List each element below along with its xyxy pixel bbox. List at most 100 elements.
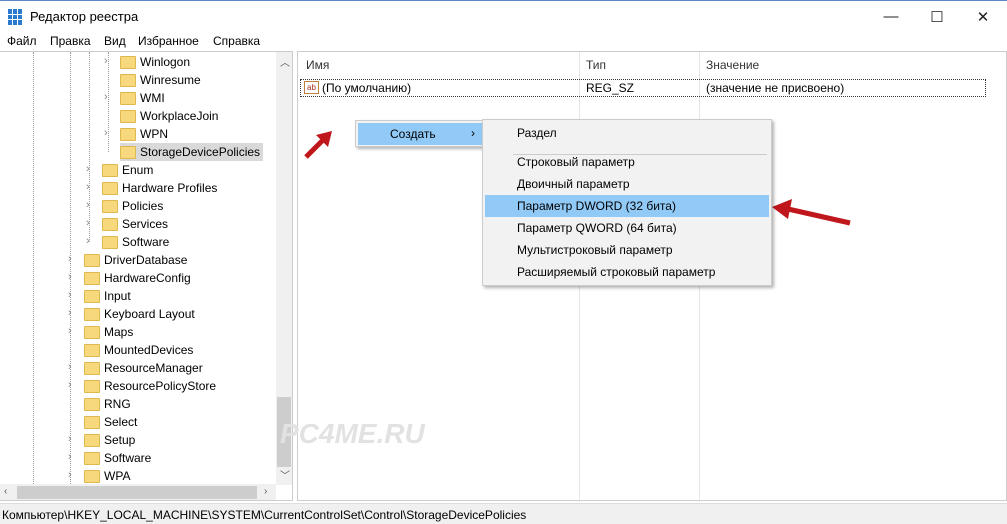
- registry-path: Компьютер\HKEY_LOCAL_MACHINE\SYSTEM\Curr…: [2, 508, 527, 522]
- folder-icon: [84, 379, 100, 393]
- menu-favorites[interactable]: Избранное: [138, 34, 199, 48]
- tree-item[interactable]: StorageDevicePolicies: [120, 143, 264, 161]
- expand-chevron-icon[interactable]: ›: [68, 469, 78, 481]
- menu-item-string[interactable]: Строковый параметр: [485, 151, 769, 173]
- title-bar: Редактор реестра — ☐ ✕: [0, 0, 1007, 31]
- tree-item-label: HardwareConfig: [104, 271, 191, 285]
- tree-item[interactable]: ResourceManager: [84, 359, 203, 377]
- tree-item[interactable]: WPA: [84, 467, 130, 485]
- tree-item[interactable]: Hardware Profiles: [102, 179, 217, 197]
- menu-item-expandable-string[interactable]: Расширяемый строковый параметр: [485, 261, 769, 283]
- expand-chevron-icon[interactable]: ›: [68, 433, 78, 445]
- submenu-arrow-icon: ›: [471, 126, 475, 140]
- tree-item-label: Software: [122, 235, 170, 249]
- folder-icon: [102, 235, 118, 249]
- expand-chevron-icon[interactable]: ›: [68, 307, 78, 319]
- column-name[interactable]: Имя: [306, 58, 329, 72]
- tree-item-label: Input: [104, 289, 131, 303]
- expand-chevron-icon[interactable]: ›: [68, 325, 78, 337]
- expand-chevron-icon[interactable]: ›: [68, 361, 78, 373]
- maximize-button[interactable]: ☐: [914, 1, 960, 32]
- folder-icon: [102, 217, 118, 231]
- column-type[interactable]: Тип: [586, 58, 606, 72]
- tree-item[interactable]: Policies: [102, 197, 163, 215]
- tree-item-label: MountedDevices: [104, 343, 194, 357]
- tree-item[interactable]: Enum: [102, 161, 153, 179]
- window-title: Редактор реестра: [30, 9, 139, 24]
- menu-item-create[interactable]: Создать ›: [358, 123, 482, 145]
- tree-item[interactable]: WMI: [120, 89, 165, 107]
- tree-item-label: Select: [104, 415, 138, 429]
- tree-item-label: WPN: [140, 127, 168, 141]
- folder-icon: [84, 325, 100, 339]
- tree-item[interactable]: Software: [102, 233, 169, 251]
- tree-item[interactable]: Keyboard Layout: [84, 305, 195, 323]
- tree-item[interactable]: DriverDatabase: [84, 251, 187, 269]
- tree-item[interactable]: Software: [84, 449, 151, 467]
- tree-item[interactable]: RNG: [84, 395, 131, 413]
- menu-item-key[interactable]: Раздел: [485, 122, 769, 144]
- annotation-arrow-right: [772, 199, 851, 226]
- tree-item[interactable]: Maps: [84, 323, 133, 341]
- tree-item[interactable]: Select: [84, 413, 137, 431]
- expand-chevron-icon[interactable]: ›: [104, 127, 114, 139]
- folder-icon: [120, 127, 136, 141]
- tree-item-label: Hardware Profiles: [122, 181, 218, 195]
- tree-item[interactable]: WorkplaceJoin: [120, 107, 218, 125]
- tree-item[interactable]: Winlogon: [120, 53, 190, 71]
- folder-icon: [84, 433, 100, 447]
- table-row[interactable]: ab (По умолчанию) REG_SZ (значение не пр…: [300, 79, 986, 97]
- menu-view[interactable]: Вид: [104, 34, 126, 48]
- expand-chevron-icon[interactable]: ›: [86, 235, 96, 247]
- tree-item[interactable]: Services: [102, 215, 168, 233]
- column-value[interactable]: Значение: [706, 58, 759, 72]
- menu-help[interactable]: Справка: [213, 34, 260, 48]
- folder-icon: [84, 343, 100, 357]
- registry-tree: ︿ ﹀ ‹ › › Winlogon Winresume › WMI WorkplaceJ…: [0, 51, 293, 501]
- expand-chevron-icon[interactable]: ›: [104, 91, 114, 103]
- folder-icon: [84, 253, 100, 267]
- row-type: REG_SZ: [586, 81, 635, 95]
- create-submenu: Раздел Строковый параметр Двоичный парам…: [482, 119, 772, 286]
- tree-item[interactable]: HardwareConfig: [84, 269, 191, 287]
- tree-item-label: Winlogon: [140, 55, 191, 69]
- tree-item-label: Services: [122, 217, 169, 231]
- create-label: Создать: [390, 127, 436, 141]
- tree-item-label: StorageDevicePolicies: [140, 145, 261, 159]
- row-value: (значение не присвоено): [706, 81, 845, 95]
- expand-chevron-icon[interactable]: ›: [68, 451, 78, 463]
- folder-icon: [84, 271, 100, 285]
- menu-item-binary[interactable]: Двоичный параметр: [485, 173, 769, 195]
- close-button[interactable]: ✕: [960, 1, 1006, 32]
- menu-edit[interactable]: Правка: [50, 34, 91, 48]
- tree-item-label: DriverDatabase: [104, 253, 188, 267]
- expand-chevron-icon[interactable]: ›: [86, 163, 96, 175]
- expand-chevron-icon[interactable]: ›: [68, 253, 78, 265]
- tree-item-label: ResourcePolicyStore: [104, 379, 217, 393]
- tree-item[interactable]: Winresume: [120, 71, 201, 89]
- expand-chevron-icon[interactable]: ›: [86, 199, 96, 211]
- hscroll-thumb[interactable]: [17, 486, 257, 499]
- menu-item-qword[interactable]: Параметр QWORD (64 бита): [485, 217, 769, 239]
- tree-item[interactable]: MountedDevices: [84, 341, 193, 359]
- menu-item-multistring[interactable]: Мультистроковый параметр: [485, 239, 769, 261]
- tree-item[interactable]: Input: [84, 287, 131, 305]
- tree-item[interactable]: ResourcePolicyStore: [84, 377, 216, 395]
- tree-item-label: WPA: [104, 469, 131, 483]
- regedit-icon: [8, 9, 24, 25]
- tree-item[interactable]: WPN: [120, 125, 168, 143]
- menu-file[interactable]: Файл: [7, 34, 37, 48]
- tree-item-label: Maps: [104, 325, 134, 339]
- expand-chevron-icon[interactable]: ›: [68, 379, 78, 391]
- expand-chevron-icon[interactable]: ›: [104, 55, 114, 67]
- minimize-button[interactable]: —: [868, 1, 914, 32]
- menu-item-dword[interactable]: Параметр DWORD (32 бита): [485, 195, 769, 217]
- expand-chevron-icon[interactable]: ›: [86, 181, 96, 193]
- folder-icon: [120, 73, 136, 87]
- tree-horizontal-scrollbar[interactable]: ‹ ›: [0, 484, 276, 500]
- expand-chevron-icon[interactable]: ›: [68, 289, 78, 301]
- expand-chevron-icon[interactable]: ›: [86, 217, 96, 229]
- string-value-icon: ab: [304, 81, 319, 94]
- tree-item[interactable]: Setup: [84, 431, 135, 449]
- expand-chevron-icon[interactable]: ›: [68, 271, 78, 283]
